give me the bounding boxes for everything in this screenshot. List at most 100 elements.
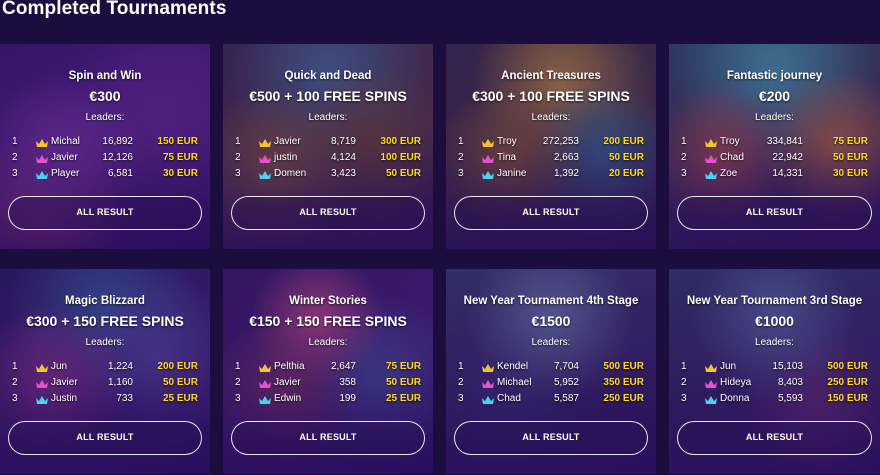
- leader-score: 199: [339, 393, 356, 404]
- leader-score: 2,663: [553, 152, 579, 163]
- leader-row: 2 Hideya 8,403 250 EUR: [669, 377, 880, 391]
- leader-row: 3 Player 6,581 30 EUR: [0, 168, 210, 182]
- leader-name: Zoe: [720, 168, 738, 179]
- leaders-label: Leaders:: [755, 112, 794, 123]
- leader-name: Hideya: [720, 377, 752, 388]
- all-result-button[interactable]: ALL RESULT: [8, 196, 202, 230]
- leader-prize: 50 EUR: [385, 377, 421, 388]
- leader-row: 3 Domen 3,423 50 EUR: [223, 168, 433, 182]
- crown-pink-icon: [35, 154, 49, 164]
- crown-pink-icon: [35, 379, 49, 389]
- crown-gold-icon: [704, 363, 718, 373]
- leader-score: 1,224: [107, 361, 133, 372]
- all-result-button[interactable]: ALL RESULT: [231, 421, 425, 455]
- leader-row: 1 Michal 16,892 150 EUR: [0, 136, 210, 150]
- leader-score: 8,719: [330, 136, 356, 147]
- tournament-prize: €150 + 150 FREE SPINS: [249, 313, 407, 329]
- leader-score: 15,103: [772, 361, 803, 372]
- leader-name: Michael: [497, 377, 532, 388]
- leader-row: 2 Javier 12,126 75 EUR: [0, 152, 210, 166]
- crown-pink-icon: [704, 379, 718, 389]
- leader-score: 2,647: [330, 361, 356, 372]
- leader-row: 3 Zoe 14,331 30 EUR: [669, 168, 880, 182]
- leader-rank: 2: [235, 377, 241, 388]
- all-result-button[interactable]: ALL RESULT: [677, 196, 872, 230]
- leader-rank: 2: [12, 377, 18, 388]
- leader-prize: 500 EUR: [827, 361, 868, 372]
- leader-name: Donna: [720, 393, 750, 404]
- leader-rank: 3: [458, 393, 464, 404]
- tournament-title: Fantastic journey: [726, 70, 823, 82]
- crown-cyan-icon: [704, 170, 718, 180]
- all-result-button[interactable]: ALL RESULT: [8, 421, 202, 455]
- crown-cyan-icon: [258, 395, 272, 405]
- leader-prize: 30 EUR: [832, 168, 868, 179]
- leader-name: Domen: [274, 168, 307, 179]
- leader-row: 2 Michael 5,952 350 EUR: [446, 377, 656, 391]
- leader-prize: 150 EUR: [157, 136, 198, 147]
- leader-rank: 1: [12, 361, 18, 372]
- leader-rank: 1: [681, 361, 687, 372]
- tournament-prize: €300 + 150 FREE SPINS: [26, 313, 184, 329]
- leader-name: Troy: [497, 136, 517, 147]
- leader-score: 334,841: [766, 136, 803, 147]
- leader-name: Jun: [720, 361, 737, 372]
- leader-row: 3 Janine 1,392 20 EUR: [446, 168, 656, 182]
- leader-rank: 3: [235, 393, 241, 404]
- crown-gold-icon: [481, 363, 495, 373]
- leader-rank: 2: [681, 377, 687, 388]
- crown-gold-icon: [258, 138, 272, 148]
- leader-name: Janine: [497, 168, 527, 179]
- leader-name: Justin: [51, 393, 78, 404]
- tournament-title: New Year Tournament 4th Stage: [463, 295, 639, 307]
- leader-rank: 1: [235, 361, 241, 372]
- all-result-button[interactable]: ALL RESULT: [231, 196, 425, 230]
- all-result-button[interactable]: ALL RESULT: [454, 421, 648, 455]
- leaders-label: Leaders:: [308, 337, 348, 348]
- all-result-button[interactable]: ALL RESULT: [454, 196, 648, 230]
- leader-score: 5,952: [553, 377, 579, 388]
- crown-gold-icon: [258, 363, 272, 373]
- leader-score: 12,126: [102, 152, 133, 163]
- leader-row: 2 Javier 1,160 50 EUR: [0, 377, 210, 391]
- leaders-label: Leaders:: [531, 112, 571, 123]
- leader-name: Jun: [51, 361, 68, 372]
- leader-prize: 500 EUR: [603, 361, 644, 372]
- tournament-title: Winter Stories: [289, 295, 367, 307]
- all-result-button[interactable]: ALL RESULT: [677, 421, 872, 455]
- leader-rank: 3: [12, 393, 18, 404]
- leader-name: Chad: [720, 152, 744, 163]
- leader-name: Player: [51, 168, 80, 179]
- tournament-title: Spin and Win: [68, 70, 142, 82]
- leader-row: 2 Chad 22,942 50 EUR: [669, 152, 880, 166]
- tournament-title: Ancient Treasures: [501, 70, 601, 82]
- tournament-card: New Year Tournament 3rd Stage €1000 Lead…: [669, 269, 880, 474]
- leader-prize: 250 EUR: [603, 393, 644, 404]
- leader-score: 6,581: [107, 168, 133, 179]
- leader-name: Javier: [51, 152, 78, 163]
- crown-cyan-icon: [35, 170, 49, 180]
- leader-prize: 75 EUR: [832, 136, 868, 147]
- leader-prize: 200 EUR: [157, 361, 198, 372]
- leaders-label: Leaders:: [308, 112, 348, 123]
- leader-rank: 3: [12, 168, 18, 179]
- tournament-card: Quick and Dead €500 + 100 FREE SPINS Lea…: [223, 44, 433, 249]
- leader-row: 2 justin 4,124 100 EUR: [223, 152, 433, 166]
- tournament-card: New Year Tournament 4th Stage €1500 Lead…: [446, 269, 656, 474]
- tournament-card: Spin and Win €300 Leaders: 1 Michal 16,8…: [0, 44, 210, 249]
- leader-prize: 25 EUR: [162, 393, 198, 404]
- leader-score: 272,253: [542, 136, 579, 147]
- leader-prize: 50 EUR: [832, 152, 868, 163]
- leaders-label: Leaders:: [85, 112, 125, 123]
- leader-prize: 75 EUR: [385, 361, 421, 372]
- tournament-prize: €200: [758, 88, 791, 104]
- leader-prize: 30 EUR: [162, 168, 198, 179]
- crown-pink-icon: [704, 154, 718, 164]
- leader-name: Troy: [720, 136, 740, 147]
- leader-score: 8,403: [777, 377, 803, 388]
- leader-prize: 250 EUR: [827, 377, 868, 388]
- crown-gold-icon: [35, 363, 49, 373]
- leader-prize: 300 EUR: [380, 136, 421, 147]
- leader-rank: 3: [458, 168, 464, 179]
- leader-rank: 1: [235, 136, 241, 147]
